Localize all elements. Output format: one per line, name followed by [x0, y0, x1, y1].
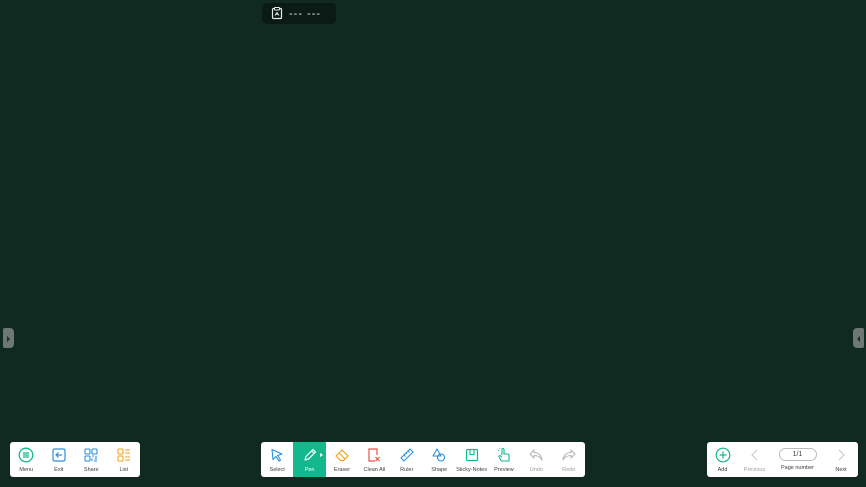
- exit-button[interactable]: Exit: [43, 442, 76, 477]
- clean-all-icon: [365, 446, 383, 464]
- ruler-icon: [398, 446, 416, 464]
- page-number-input[interactable]: 1/1: [778, 448, 817, 461]
- chevron-right-icon: [832, 446, 850, 464]
- next-page-button[interactable]: Next: [824, 442, 858, 477]
- qr-icon: [82, 446, 100, 464]
- undo-button[interactable]: Undo: [520, 442, 552, 477]
- list-label: List: [119, 467, 129, 473]
- select-button[interactable]: Select: [261, 442, 293, 477]
- chevron-right-icon: [6, 329, 11, 347]
- ruler-button[interactable]: Ruler: [391, 442, 423, 477]
- exit-icon: [50, 446, 68, 464]
- add-page-button[interactable]: Add: [707, 442, 738, 477]
- ruler-label: Ruler: [400, 467, 414, 473]
- page-number-control[interactable]: 1/1 Page number: [771, 442, 824, 477]
- pen-button[interactable]: Pen: [293, 442, 326, 477]
- page-toolbar: Add Previous 1/1 Page number Next: [707, 442, 858, 477]
- main-toolbar: Select Pen Eraser Clean All Ruler Shape …: [261, 442, 585, 477]
- chevron-left-icon: [856, 329, 861, 347]
- pen-icon: [301, 446, 319, 464]
- add-circle-icon: [714, 446, 732, 464]
- eraser-icon: [333, 446, 351, 464]
- preview-button[interactable]: Preview: [488, 442, 520, 477]
- sticky-notes-button[interactable]: Sticky-Notes: [455, 442, 487, 477]
- shape-icon: [430, 446, 448, 464]
- shape-label: Shape: [431, 467, 448, 473]
- menu-button[interactable]: Menu: [10, 442, 43, 477]
- cursor-icon: [268, 446, 286, 464]
- previous-label: Previous: [743, 467, 766, 473]
- left-toolbar: Menu Exit Share List: [10, 442, 140, 477]
- hand-pointer-icon: [495, 446, 513, 464]
- share-label: Share: [83, 467, 99, 473]
- clean-all-button[interactable]: Clean All: [358, 442, 390, 477]
- menu-label: Menu: [19, 467, 34, 473]
- shape-button[interactable]: Shape: [423, 442, 455, 477]
- redo-icon: [560, 446, 578, 464]
- list-icon: [115, 446, 133, 464]
- right-panel-toggle[interactable]: [853, 328, 864, 348]
- document-title: --- ---: [289, 7, 322, 20]
- exit-label: Exit: [54, 467, 64, 473]
- list-button[interactable]: List: [108, 442, 141, 477]
- document-icon: [271, 7, 283, 20]
- eraser-button[interactable]: Eraser: [326, 442, 358, 477]
- next-label: Next: [835, 467, 847, 473]
- whiteboard-canvas[interactable]: [0, 0, 866, 487]
- sticky-note-icon: [463, 446, 481, 464]
- eraser-label: Eraser: [333, 467, 351, 473]
- document-title-bar[interactable]: --- ---: [262, 3, 336, 24]
- undo-icon: [527, 446, 545, 464]
- preview-label: Preview: [494, 467, 514, 473]
- add-label: Add: [717, 467, 728, 473]
- undo-label: Undo: [529, 467, 543, 473]
- redo-label: Redo: [562, 467, 576, 473]
- redo-button[interactable]: Redo: [553, 442, 585, 477]
- clean-all-label: Clean All: [363, 467, 386, 473]
- left-panel-toggle[interactable]: [3, 328, 14, 348]
- previous-page-button[interactable]: Previous: [738, 442, 771, 477]
- menu-icon: [17, 446, 35, 464]
- share-button[interactable]: Share: [75, 442, 108, 477]
- chevron-left-icon: [746, 446, 764, 464]
- select-label: Select: [269, 467, 285, 473]
- pen-label: Pen: [304, 467, 315, 473]
- page-number-label: Page number: [780, 465, 815, 471]
- sticky-notes-label: Sticky-Notes: [456, 467, 487, 473]
- pen-options-arrow-icon[interactable]: [319, 453, 323, 457]
